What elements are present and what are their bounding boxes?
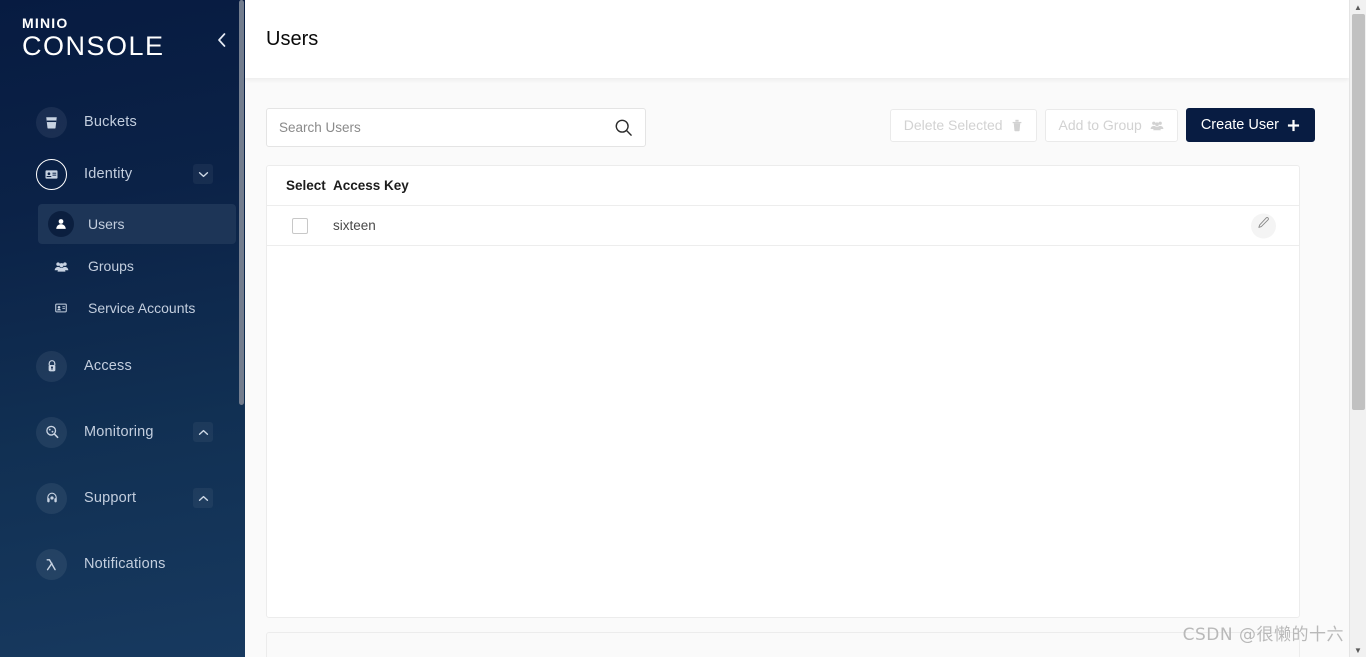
- sidebar-item-identity[interactable]: Identity: [10, 152, 235, 196]
- groups-icon: [48, 253, 74, 279]
- bucket-icon: [36, 106, 67, 138]
- brand-minio-text: MINIO: [22, 15, 69, 31]
- chevron-up-icon[interactable]: [193, 488, 213, 508]
- sidebar-item-groups[interactable]: Groups: [38, 246, 236, 286]
- users-table-panel: Select Access Key sixteen: [266, 165, 1300, 618]
- sidebar-item-label: Service Accounts: [88, 300, 196, 316]
- identity-card-icon: [36, 158, 67, 190]
- group-add-icon: [1150, 119, 1164, 132]
- service-account-icon: [48, 295, 74, 321]
- sidebar-item-label: Buckets: [84, 114, 137, 130]
- sidebar-item-label: Monitoring: [84, 424, 154, 440]
- sidebar-item-access[interactable]: Access: [10, 344, 235, 388]
- add-to-group-button[interactable]: Add to Group: [1044, 108, 1178, 142]
- sidebar-item-monitoring[interactable]: Monitoring: [10, 410, 235, 454]
- delete-selected-button[interactable]: Delete Selected: [889, 108, 1037, 142]
- column-header-access-key: Access Key: [333, 178, 409, 193]
- secondary-panel: [266, 632, 1300, 657]
- search-box[interactable]: [266, 108, 646, 147]
- delete-selected-label: Delete Selected: [903, 117, 1003, 133]
- sidebar-item-notifications[interactable]: Notifications: [10, 542, 235, 586]
- toolbar-buttons: Delete Selected Add to Group Create User: [889, 108, 1315, 142]
- sidebar-item-users[interactable]: Users: [38, 204, 236, 244]
- sidebar-item-label: Users: [88, 216, 125, 232]
- brand-console-text: CONSOLE: [22, 31, 165, 61]
- cell-access-key: sixteen: [333, 218, 376, 233]
- create-user-label: Create User: [1200, 117, 1279, 133]
- sidebar-item-buckets[interactable]: Buckets: [10, 100, 235, 144]
- sidebar: MINIO CONSOLE Buckets Identity Users Gro…: [0, 0, 245, 657]
- sidebar-item-service-accounts[interactable]: Service Accounts: [38, 288, 236, 328]
- lambda-icon: [36, 548, 67, 580]
- lock-icon: [36, 350, 67, 382]
- page-scrollbar[interactable]: ▲ ▼: [1349, 0, 1366, 657]
- scroll-down-arrow[interactable]: ▼: [1350, 643, 1366, 657]
- search-icon[interactable]: [614, 118, 633, 137]
- table-header-row: Select Access Key: [267, 166, 1299, 206]
- sidebar-item-support[interactable]: Support: [10, 476, 235, 520]
- sidebar-item-label: Notifications: [84, 556, 166, 572]
- sidebar-item-label: Support: [84, 490, 137, 506]
- chevron-up-icon[interactable]: [193, 422, 213, 442]
- toolbar: Delete Selected Add to Group: [266, 108, 1315, 148]
- plus-icon: [1287, 119, 1300, 132]
- trash-icon: [1011, 119, 1023, 132]
- edit-user-button[interactable]: [1251, 213, 1276, 238]
- sidebar-item-label: Groups: [88, 258, 134, 274]
- page-header: Users: [245, 0, 1349, 78]
- main-area: Users Delete Selected: [245, 0, 1366, 657]
- chevron-down-icon[interactable]: [193, 164, 213, 184]
- sidebar-nav: Buckets Identity Users Groups Service Ac…: [0, 78, 245, 586]
- headset-icon: [36, 482, 67, 514]
- sidebar-scrollbar-thumb[interactable]: [239, 0, 244, 405]
- row-select-cell: [286, 217, 333, 234]
- pencil-icon: [1257, 217, 1270, 235]
- app-root: MINIO CONSOLE Buckets Identity Users Gro…: [0, 0, 1366, 657]
- add-to-group-label: Add to Group: [1058, 117, 1142, 133]
- user-icon: [48, 211, 74, 237]
- page-content: Delete Selected Add to Group: [245, 78, 1366, 657]
- chevron-left-glyph: [218, 33, 226, 47]
- brand-block: MINIO CONSOLE: [0, 0, 245, 78]
- scrollbar-thumb[interactable]: [1352, 14, 1365, 410]
- search-input[interactable]: [279, 120, 614, 135]
- scroll-up-arrow[interactable]: ▲: [1350, 0, 1366, 14]
- create-user-button[interactable]: Create User: [1185, 108, 1315, 142]
- table-row[interactable]: sixteen: [267, 206, 1299, 246]
- column-header-select: Select: [286, 178, 326, 193]
- sidebar-item-label: Identity: [84, 166, 133, 182]
- sidebar-item-label: Access: [84, 358, 132, 374]
- page-title: Users: [266, 27, 319, 50]
- chevron-left-icon[interactable]: [216, 32, 227, 52]
- row-checkbox[interactable]: [292, 217, 308, 234]
- monitoring-search-icon: [36, 416, 67, 448]
